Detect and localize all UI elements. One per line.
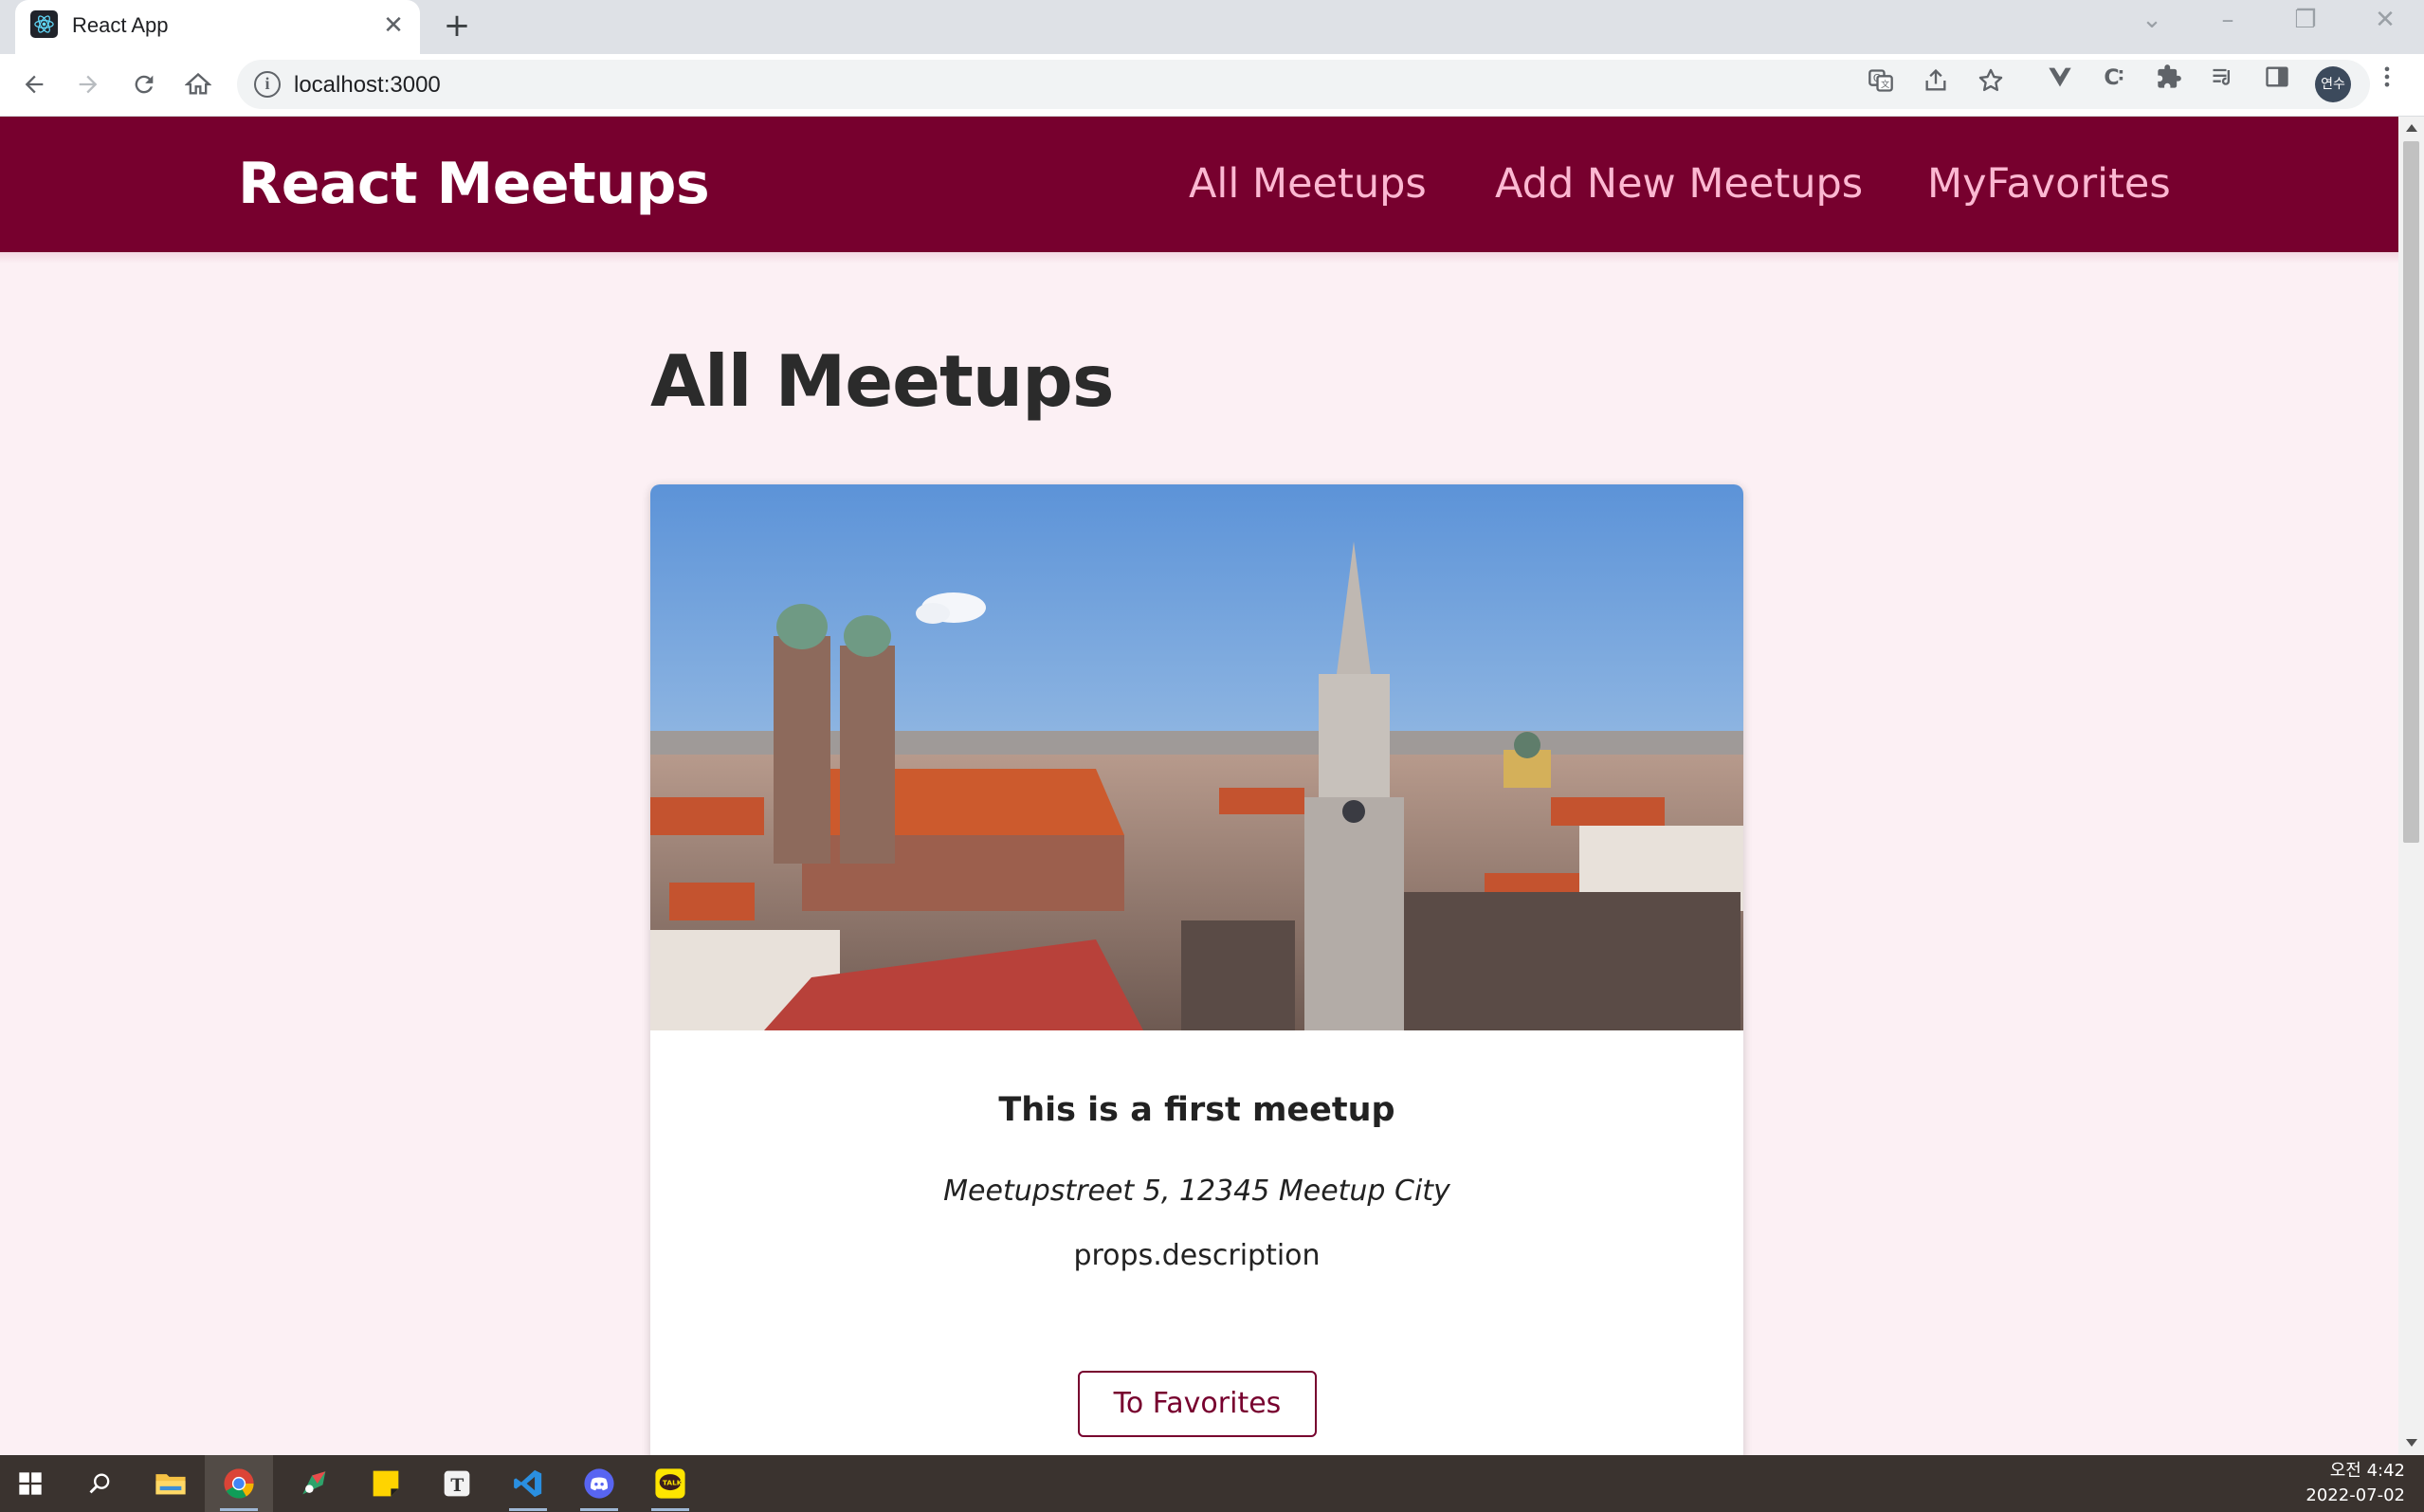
reload-icon[interactable] — [123, 64, 165, 105]
vscode-active-indicator — [509, 1508, 547, 1511]
nav-link-my-favorites[interactable]: MyFavorites — [1927, 160, 2171, 208]
page-title: All Meetups — [650, 339, 1115, 423]
restore-icon[interactable]: ❐ — [2287, 6, 2324, 34]
side-panel-icon[interactable] — [2260, 64, 2294, 98]
scroll-up-arrow-icon[interactable] — [2406, 124, 2417, 132]
back-arrow-icon[interactable] — [13, 64, 55, 105]
sticky-notes-icon[interactable] — [367, 1465, 405, 1503]
windows-start-icon[interactable] — [11, 1465, 49, 1503]
clock-date: 2022-07-02 — [2306, 1485, 2405, 1505]
extensions-puzzle-icon[interactable] — [2152, 64, 2186, 98]
typora-icon[interactable]: T — [438, 1465, 476, 1503]
scroll-down-arrow-icon[interactable] — [2406, 1439, 2417, 1447]
tab-title: React App — [72, 13, 169, 37]
app-logo: React Meetups — [238, 151, 710, 217]
chrome-active-indicator — [220, 1508, 258, 1511]
scrollbar-thumb[interactable] — [2403, 141, 2419, 843]
share-icon[interactable] — [1919, 67, 1953, 101]
meetup-description: props.description — [1073, 1239, 1321, 1272]
windows-taskbar: T TALK 오전 4:42 2022-07-02 — [0, 1455, 2424, 1512]
extension-c-icon[interactable]: C — [2098, 64, 2132, 98]
forward-arrow-icon[interactable] — [67, 64, 109, 105]
browser-tab-strip: React App ✕ + ⌄ – ❐ ✕ — [0, 0, 2424, 54]
nav-link-all-meetups[interactable]: All Meetups — [1189, 160, 1427, 208]
paint-app-icon[interactable] — [296, 1465, 334, 1503]
to-favorites-button[interactable]: To Favorites — [1078, 1371, 1317, 1437]
file-explorer-icon[interactable] — [152, 1465, 190, 1503]
vue-devtools-extension-icon[interactable] — [2043, 64, 2077, 98]
kakaotalk-active-indicator — [651, 1508, 689, 1511]
media-queue-icon[interactable] — [2206, 64, 2240, 98]
vscode-icon[interactable] — [509, 1465, 547, 1503]
home-icon[interactable] — [177, 64, 219, 105]
discord-icon[interactable] — [580, 1465, 618, 1503]
bookmark-star-icon[interactable] — [1974, 67, 2008, 101]
react-favicon-icon — [30, 10, 58, 38]
svg-text:文: 文 — [1881, 79, 1889, 90]
svg-text:C: C — [2104, 65, 2119, 90]
kakaotalk-icon[interactable]: TALK — [651, 1465, 689, 1503]
minimize-icon[interactable]: – — [2209, 6, 2247, 34]
search-icon[interactable] — [82, 1465, 119, 1503]
profile-avatar[interactable]: 연수 — [2315, 66, 2351, 102]
tab-search-icon[interactable]: ⌄ — [2133, 6, 2171, 34]
browser-toolbar: i localhost:3000 G文 C — [0, 54, 2424, 117]
meetup-card: This is a first meetup Meetupstreet 5, 1… — [650, 484, 1743, 1455]
browser-tab[interactable]: React App ✕ — [15, 0, 420, 54]
browser-menu-icon[interactable] — [2370, 64, 2404, 98]
header-shadow — [0, 252, 2398, 264]
discord-active-indicator — [580, 1508, 618, 1511]
meetup-image — [650, 484, 1743, 1030]
new-tab-button[interactable]: + — [439, 8, 475, 44]
meetup-title: This is a first meetup — [998, 1091, 1395, 1129]
main-navigation: React Meetups All Meetups Add New Meetup… — [0, 117, 2398, 252]
svg-text:T: T — [450, 1475, 464, 1496]
system-clock[interactable]: 오전 4:42 2022-07-02 — [2306, 1459, 2405, 1508]
page-scrollbar[interactable] — [2398, 117, 2424, 1455]
site-info-icon[interactable]: i — [254, 71, 281, 98]
meetup-address: Meetupstreet 5, 12345 Meetup City — [943, 1175, 1450, 1208]
url-text[interactable]: localhost:3000 — [294, 72, 441, 99]
page-viewport: React Meetups All Meetups Add New Meetup… — [0, 117, 2398, 1455]
nav-link-add-new-meetups[interactable]: Add New Meetups — [1495, 160, 1863, 208]
chrome-icon[interactable] — [220, 1465, 258, 1503]
tab-close-icon[interactable]: ✕ — [379, 11, 408, 40]
clock-time: 오전 4:42 — [2329, 1461, 2405, 1481]
close-window-icon[interactable]: ✕ — [2366, 6, 2404, 34]
translate-icon[interactable]: G文 — [1864, 67, 1898, 101]
svg-text:TALK: TALK — [663, 1478, 683, 1486]
